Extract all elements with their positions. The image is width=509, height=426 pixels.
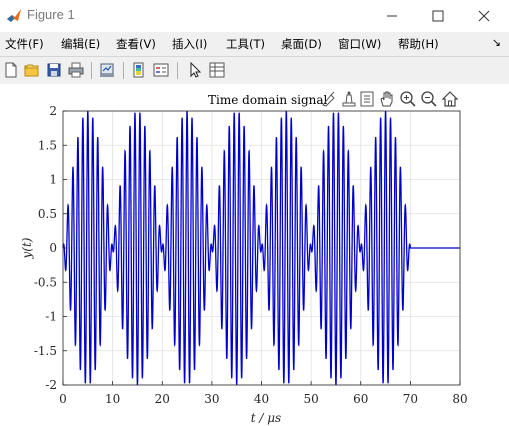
- toolbar-separator: [123, 62, 124, 79]
- y-tick-label: -0.5: [34, 275, 57, 289]
- menu-tools[interactable]: 工具(T): [226, 36, 265, 52]
- new-figure-button[interactable]: [1, 60, 21, 80]
- x-tick-label: 70: [403, 392, 418, 406]
- close-icon: [478, 10, 490, 22]
- brush-icon[interactable]: [320, 90, 338, 108]
- y-tick-label: -2: [45, 378, 57, 392]
- minimize-button[interactable]: [369, 0, 415, 32]
- toolbar-separator: [91, 62, 92, 79]
- insert-colorbar-icon: [133, 62, 144, 78]
- pan-icon[interactable]: [378, 90, 396, 108]
- save-button[interactable]: [44, 60, 64, 80]
- x-tick-label: 40: [254, 392, 269, 406]
- x-tick-label: 50: [303, 392, 318, 406]
- insert-colorbar-button[interactable]: [129, 60, 149, 80]
- matlab-logo-icon: [7, 9, 21, 22]
- menu-file[interactable]: 文件(F): [5, 36, 44, 52]
- figure-toolbar: [0, 56, 509, 85]
- toolbar-separator: [177, 62, 178, 79]
- x-tick-label: 30: [204, 392, 219, 406]
- property-inspector-button[interactable]: [207, 60, 227, 80]
- chart-title: Time domain signal: [208, 93, 328, 107]
- insert-legend-icon: [153, 63, 169, 77]
- menu-help[interactable]: 帮助(H): [398, 36, 439, 52]
- x-tick-label: 10: [105, 392, 120, 406]
- y-tick-label: 0.5: [38, 207, 57, 221]
- link-plot-button[interactable]: [97, 60, 117, 80]
- close-button[interactable]: [461, 0, 507, 32]
- time-domain-chart[interactable]: 0 10 20 30 40 50 60 70 80 2 1.5 1 0.5 0 -0.5 -1 -1.5 -2 t…: [0, 84, 509, 426]
- y-tick-label: 2: [49, 104, 57, 118]
- x-tick-label: 0: [59, 392, 67, 406]
- menu-view[interactable]: 查看(V): [116, 36, 156, 52]
- insert-legend-button[interactable]: [151, 60, 171, 80]
- zoom-out-icon[interactable]: [420, 90, 438, 108]
- y-tick-label: 1.5: [38, 138, 57, 152]
- edit-plot-button[interactable]: [185, 60, 205, 80]
- window-title: Figure 1: [27, 7, 75, 22]
- menu-insert[interactable]: 插入(I): [172, 36, 207, 52]
- zoom-in-icon[interactable]: [399, 90, 417, 108]
- new-figure-icon: [5, 62, 17, 78]
- y-tick-label: -1.5: [34, 344, 57, 358]
- dock-arrow-icon[interactable]: ↘: [492, 36, 501, 49]
- y-tick-label: 0: [49, 241, 57, 255]
- y-tick-label: 1: [49, 173, 57, 187]
- menu-desktop[interactable]: 桌面(D): [281, 36, 322, 52]
- x-tick-label: 80: [452, 392, 467, 406]
- maximize-button[interactable]: [415, 0, 461, 32]
- open-file-icon: [24, 64, 39, 77]
- x-tick-label: 60: [353, 392, 368, 406]
- data-tips-icon[interactable]: [340, 90, 358, 108]
- x-axis-label: t / μs: [251, 411, 281, 425]
- open-file-button[interactable]: [22, 60, 42, 80]
- save-icon: [47, 63, 61, 77]
- y-tick-label: -1: [45, 310, 57, 324]
- property-inspector-icon: [209, 62, 225, 78]
- print-icon: [68, 62, 84, 78]
- home-icon[interactable]: [441, 90, 459, 108]
- export-icon[interactable]: [358, 90, 376, 108]
- menu-window[interactable]: 窗口(W): [338, 36, 381, 52]
- print-button[interactable]: [66, 60, 86, 80]
- minimize-icon: [387, 15, 397, 17]
- maximize-icon: [432, 10, 444, 22]
- x-tick-label: 20: [155, 392, 170, 406]
- menu-edit[interactable]: 编辑(E): [61, 36, 100, 52]
- link-plot-icon: [100, 63, 114, 77]
- y-axis-label: y(t): [20, 237, 34, 259]
- menu-bar: 文件(F) 编辑(E) 查看(V) 插入(I) 工具(T) 桌面(D) 窗口(W…: [0, 32, 509, 54]
- title-bar: Figure 1: [0, 0, 509, 32]
- edit-plot-icon: [190, 62, 202, 78]
